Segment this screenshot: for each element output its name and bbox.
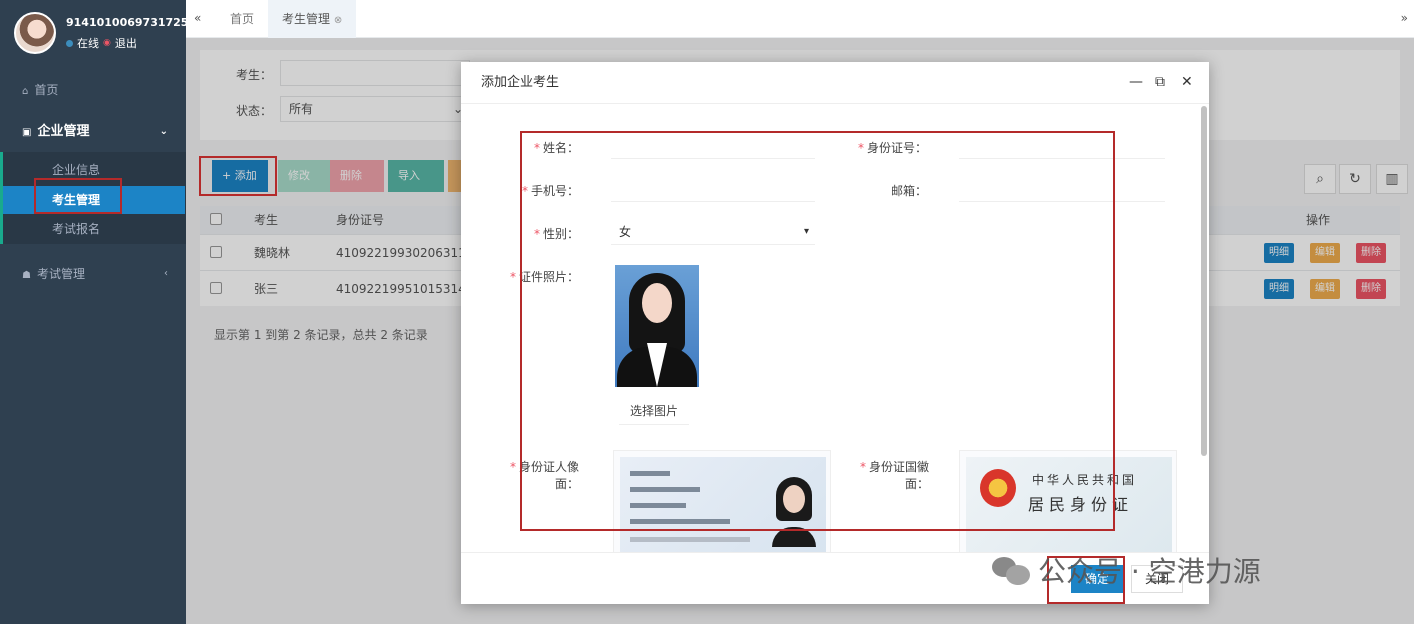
national-emblem-icon: [980, 469, 1016, 507]
close-icon[interactable]: ✕: [1181, 74, 1193, 90]
id-number-label-text: 身份证号：: [866, 141, 927, 155]
gender-label-text: 性别：: [542, 227, 579, 241]
chevron-down-icon: ▾: [803, 226, 809, 237]
sidebar: 91410100697317250C 在线 ◉ 退出 ⌂ 首页 ▣ 企业管理 ⌄ 企…: [0, 0, 204, 624]
name-label-text: 姓名：: [542, 141, 579, 155]
watermark: 公众号 · 空港力源: [992, 550, 1261, 590]
gender-select[interactable]: 女 ▾: [611, 219, 815, 245]
user-id: 91410100697317250C: [66, 16, 205, 29]
user-info: 91410100697317250C 在线 ◉ 退出: [66, 12, 204, 54]
id-front-card: [620, 457, 826, 553]
choose-photo-button[interactable]: 选择图片: [619, 397, 689, 425]
id-back-card: 中华人民共和国 居民身份证: [966, 457, 1172, 553]
name-label: * 姓名：: [511, 139, 579, 156]
required-marker: *: [533, 141, 540, 155]
id-back-title: 中华人民共和国: [1032, 473, 1138, 487]
id-text-line: [630, 487, 700, 492]
phone-input[interactable]: [611, 176, 815, 202]
email-input[interactable]: [959, 176, 1165, 202]
id-text-line: [630, 537, 750, 542]
id-back-label: * 身份证国徽面：: [851, 458, 929, 492]
id-back-label-text: 身份证国徽面：: [868, 460, 929, 491]
online-dot-icon: [66, 39, 73, 47]
home-icon: ⌂: [22, 86, 29, 97]
id-back-preview[interactable]: 中华人民共和国 居民身份证: [959, 450, 1177, 553]
modal-title: 添加企业考生: [461, 62, 1209, 104]
required-marker: *: [859, 460, 866, 474]
tab-scroll-right-icon[interactable]: »: [1401, 11, 1408, 25]
phone-label: * 手机号：: [511, 182, 579, 199]
sidebar-item-examinee-manage[interactable]: 考生管理: [3, 186, 185, 214]
modal-form: * 姓名： * 身份证号： * 手机号： 邮箱： * 性别： 女 ▾ * 证件照片： 选择…: [461, 105, 1199, 553]
required-marker: *: [509, 270, 516, 284]
photo-preview: [615, 265, 699, 387]
required-marker: *: [521, 184, 528, 198]
logout-icon[interactable]: ◉: [103, 38, 111, 48]
logout-link[interactable]: 退出: [115, 35, 137, 51]
required-marker: *: [509, 460, 516, 474]
graduation-cap-icon: ☗: [22, 270, 31, 281]
required-marker: *: [857, 141, 864, 155]
id-number-input[interactable]: [959, 133, 1165, 159]
online-label: 在线: [77, 37, 99, 50]
tab-home-label: 首页: [230, 12, 255, 26]
enterprise-icon: ▣: [22, 127, 32, 138]
add-examinee-modal: 添加企业考生 — ⧉ ✕ * 姓名： * 身份证号： * 手机号： 邮箱： * 性别： …: [461, 62, 1209, 604]
menu-item-home-label: 首页: [34, 83, 59, 97]
id-portrait: [772, 477, 816, 547]
portrait-body: [772, 527, 816, 547]
minimize-icon[interactable]: —: [1129, 74, 1143, 90]
menu-item-exam-manage-label: 考试管理: [36, 267, 85, 281]
id-front-preview[interactable]: [613, 450, 831, 553]
id-front-label: * 身份证人像面：: [501, 458, 579, 492]
gender-value: 女: [619, 225, 632, 239]
photo-label: * 证件照片：: [501, 268, 579, 285]
menu-item-exam-manage[interactable]: ☗ 考试管理 ‹: [0, 260, 186, 288]
wechat-icon: [992, 555, 1032, 585]
modal-scrollbar[interactable]: [1201, 106, 1207, 456]
menu-item-enterprise[interactable]: ▣ 企业管理 ⌄: [0, 118, 186, 146]
tab-scroll-left-icon[interactable]: «: [194, 11, 201, 25]
portrait-face: [783, 485, 805, 513]
required-marker: *: [533, 227, 540, 241]
tab-examinee-manage[interactable]: 考生管理 ⊗: [268, 0, 357, 38]
menu-item-home[interactable]: ⌂ 首页: [0, 76, 186, 104]
avatar[interactable]: [14, 12, 56, 54]
id-text-line: [630, 471, 670, 476]
user-panel: 91410100697317250C 在线 ◉ 退出: [14, 12, 204, 54]
email-label: 邮箱：: [890, 184, 927, 198]
sidebar-item-enterprise-info[interactable]: 企业信息: [0, 156, 186, 184]
menu-item-enterprise-label: 企业管理: [37, 124, 90, 139]
name-input[interactable]: [611, 133, 815, 159]
id-number-label: * 身份证号：: [851, 139, 927, 156]
user-status: 在线 ◉ 退出: [66, 35, 204, 51]
photo-label-text: 证件照片：: [518, 270, 579, 284]
tab-home[interactable]: 首页: [216, 0, 268, 38]
chevron-down-icon: ⌄: [159, 126, 168, 137]
watermark-text: 公众号 · 空港力源: [1038, 555, 1261, 588]
gender-label: * 性别：: [511, 225, 579, 242]
id-text-line: [630, 503, 686, 508]
chevron-left-icon: ‹: [164, 268, 168, 279]
id-back-subtitle: 居民身份证: [1028, 495, 1134, 514]
tab-bar: « 首页 考生管理 ⊗ »: [186, 0, 1414, 38]
id-text-line: [630, 519, 730, 524]
sidebar-item-exam-registration[interactable]: 考试报名: [0, 215, 186, 243]
maximize-icon[interactable]: ⧉: [1155, 74, 1165, 90]
id-front-label-text: 身份证人像面：: [518, 460, 579, 491]
phone-label-text: 手机号：: [530, 184, 579, 198]
photo-face: [642, 283, 672, 323]
tab-examinee-manage-label: 考生管理: [282, 12, 331, 26]
tab-close-icon[interactable]: ⊗: [334, 15, 342, 26]
